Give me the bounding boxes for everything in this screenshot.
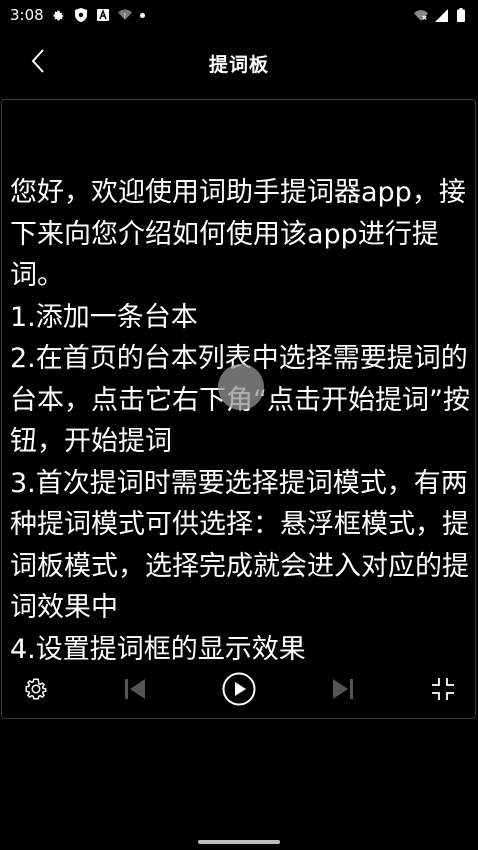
collapse-button[interactable]	[425, 673, 461, 709]
play-icon	[222, 672, 256, 710]
gear-icon	[52, 8, 66, 22]
previous-button[interactable]	[117, 673, 153, 709]
previous-icon	[123, 678, 147, 704]
dot-icon	[139, 12, 145, 18]
control-bar	[2, 666, 475, 718]
status-left: 3:08 ?	[10, 6, 145, 24]
chevron-left-icon	[30, 48, 46, 78]
teleprompter-panel: 您好，欢迎使用词助手提词器app，接下来向您介绍如何使用该app进行提词。 1.…	[1, 99, 476, 719]
svg-text:?: ?	[123, 13, 126, 20]
status-time: 3:08	[10, 6, 44, 24]
a-icon	[96, 8, 110, 22]
next-icon	[331, 678, 355, 704]
next-button[interactable]	[325, 673, 361, 709]
collapse-icon	[430, 676, 456, 706]
status-bar: 3:08 ?	[0, 0, 478, 30]
teleprompter-text: 您好，欢迎使用词助手提词器app，接下来向您介绍如何使用该app进行提词。 1.…	[10, 177, 470, 665]
wifi-question-icon: ?	[117, 8, 132, 22]
status-right	[414, 8, 468, 22]
settings-button[interactable]	[18, 673, 54, 709]
back-button[interactable]	[22, 47, 54, 79]
shield-icon	[74, 8, 88, 22]
page-title: 提词板	[208, 53, 269, 76]
battery-icon	[454, 8, 468, 22]
settings-icon	[23, 676, 49, 706]
play-button[interactable]	[221, 672, 257, 710]
home-indicator[interactable]	[198, 840, 280, 844]
signal-icon	[434, 8, 448, 22]
app-bar: 提词板	[0, 30, 478, 96]
wifi-x-icon	[414, 8, 428, 22]
drag-handle[interactable]	[218, 364, 264, 410]
